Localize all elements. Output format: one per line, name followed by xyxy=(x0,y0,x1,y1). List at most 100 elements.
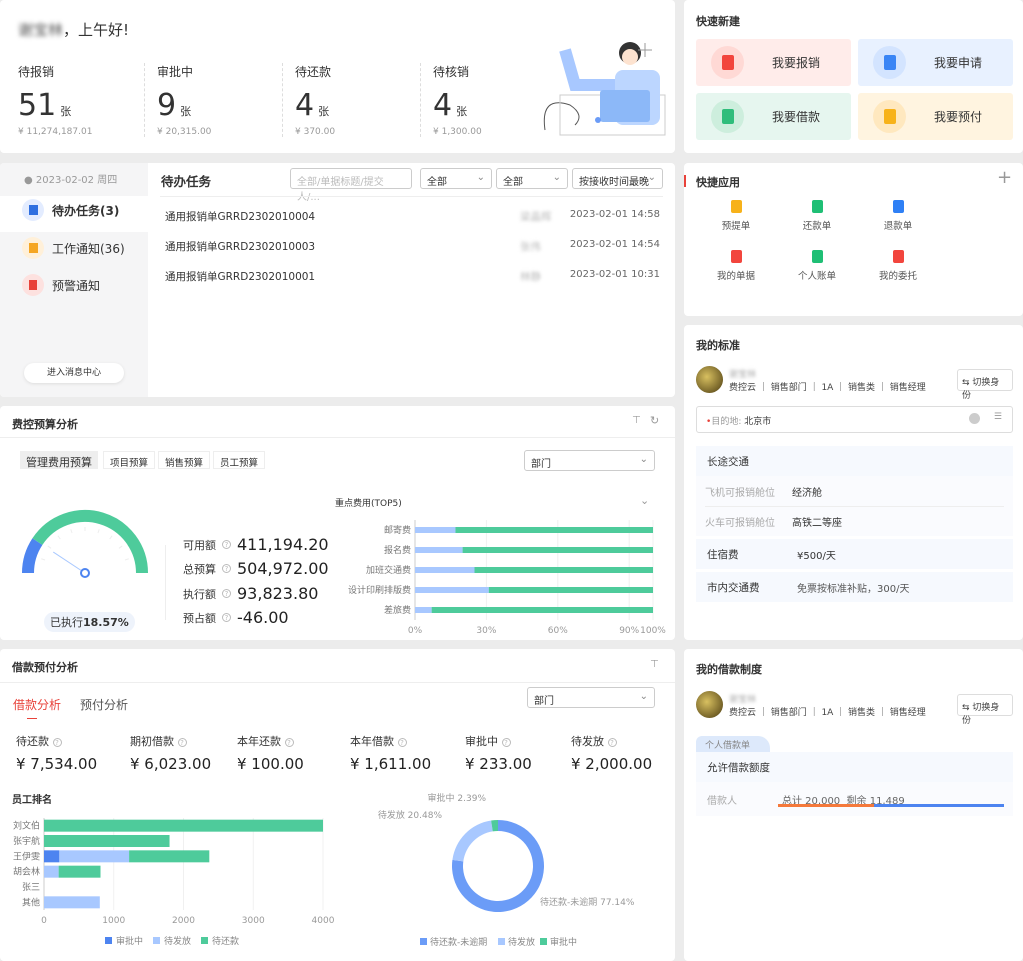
stat-count: 51 xyxy=(18,88,57,123)
select-value: 全部 xyxy=(427,177,447,188)
task-row[interactable]: 通用报销单GRRD2302010003 张伟 2023-02-01 14:54 xyxy=(165,239,660,254)
x-tick-label: 0 xyxy=(41,916,47,926)
x-tick-label: 0% xyxy=(408,626,423,636)
stat-unit: 张 xyxy=(456,105,468,118)
quick-new-icon xyxy=(711,100,744,133)
tab-employee-budget[interactable]: 员工预算 xyxy=(213,451,266,469)
stat-label: 待发放 xyxy=(571,735,604,748)
filter-icon[interactable]: ⊤ xyxy=(650,659,659,670)
stat-label: 审批中 xyxy=(465,735,498,748)
sidebar-item-warning[interactable]: 预警通知 xyxy=(22,274,100,296)
bar-segment xyxy=(129,850,210,863)
loan-policy-title: 我的借款制度 xyxy=(696,663,762,676)
quick-app-item[interactable]: 我的单据 xyxy=(706,250,766,282)
app-icon xyxy=(730,250,742,263)
loan-dimension-select[interactable]: 部门 ⌄ xyxy=(527,687,655,708)
tab-sales-budget[interactable]: 销售预算 xyxy=(158,451,211,469)
sidebar-item-todo[interactable]: 待办任务(3) xyxy=(22,199,119,221)
sidebar-item-work-notice[interactable]: 工作通知(36) xyxy=(22,237,125,259)
quick-new-item[interactable]: 我要预付 xyxy=(858,93,1013,140)
quick-new-label: 我要报销 xyxy=(772,56,821,70)
tab-project-budget[interactable]: 项目预算 xyxy=(103,451,156,469)
avatar xyxy=(696,691,723,718)
section-title: 长途交通 xyxy=(707,455,749,468)
chevron-down-icon: ⌄ xyxy=(647,172,656,183)
stat-amount: ¥ 370.00 xyxy=(295,127,336,137)
quick-app-item[interactable]: 我的委托 xyxy=(868,250,928,282)
filter-select-2[interactable]: 全部 ⌄ xyxy=(496,168,568,189)
profile-tags: 费控云 ｜ 销售部门 ｜ 1A ｜ 销售类 ｜ 销售经理 xyxy=(729,382,926,393)
filter-select-1[interactable]: 全部 ⌄ xyxy=(420,168,492,189)
help-icon[interactable]: ? xyxy=(177,738,187,747)
switch-identity-button[interactable]: ⇆ 切换身份 xyxy=(957,369,1013,401)
help-icon[interactable]: ? xyxy=(397,738,407,747)
clear-icon[interactable] xyxy=(969,413,980,424)
divider xyxy=(160,196,663,197)
budget-dimension-select[interactable]: 部门 ⌄ xyxy=(524,450,655,471)
task-time: 2023-02-01 14:54 xyxy=(569,239,660,250)
task-row[interactable]: 通用报销单GRRD2302010004 梁晶辉 2023-02-01 14:58 xyxy=(165,209,660,224)
help-icon[interactable]: ? xyxy=(607,738,617,747)
task-row[interactable]: 通用报销单GRRD2302010001 林静 2023-02-01 10:31 xyxy=(165,269,660,284)
destination-label: 目的地: xyxy=(711,417,742,427)
quick-new-icon xyxy=(873,100,906,133)
list-icon[interactable]: ☰ xyxy=(994,412,1002,422)
help-icon[interactable]: ? xyxy=(222,589,231,598)
stat-label: 本年还款 xyxy=(237,735,281,748)
stat-approving[interactable]: 审批中 9 张 ¥ 20,315.00 xyxy=(144,63,274,137)
kv-value: -46.00 xyxy=(237,608,289,627)
refresh-icon[interactable]: ↻ xyxy=(650,414,659,427)
task-search-input[interactable]: 全部/单据标题/提交人/... xyxy=(290,168,412,203)
help-icon[interactable]: ? xyxy=(284,738,294,747)
gauge-tick xyxy=(57,535,61,540)
message-center-button[interactable]: 进入消息中心 xyxy=(24,363,124,383)
standard-title: 我的标准 xyxy=(696,339,740,352)
help-icon[interactable]: ? xyxy=(52,738,62,747)
x-tick-label: 3000 xyxy=(242,916,265,926)
tab-prepay-analysis[interactable]: 预付分析 xyxy=(80,696,128,713)
switch-identity-button[interactable]: ⇆ 切换身份 xyxy=(957,694,1013,726)
gauge-remaining-arc xyxy=(32,510,148,574)
x-tick-label: 2000 xyxy=(172,916,195,926)
budget-gauge xyxy=(22,510,148,578)
loan-stat: 审批中 ? ¥ 233.00 xyxy=(465,733,532,773)
gauge-tick xyxy=(70,529,73,534)
help-icon[interactable]: ? xyxy=(222,613,231,622)
bar-segment xyxy=(415,607,432,613)
stat-pending-repay[interactable]: 待还款 4 张 ¥ 370.00 xyxy=(282,63,412,137)
slice-label: 待发放 20.48% xyxy=(378,809,443,821)
tab-loan-analysis[interactable]: 借款分析 xyxy=(13,696,61,713)
quick-app-item[interactable]: 退款单 xyxy=(868,200,928,232)
stat-pending-reimburse[interactable]: 待报销 51 张 ¥ 11,274,187.01 xyxy=(6,63,136,137)
tab-management-budget[interactable]: 管理费用预算 xyxy=(20,451,98,469)
top5-bar-chart: 0% 30% 60% 90% 100% 邮寄费报名费加班交通费设计印刷排版费差旅费 xyxy=(348,520,666,636)
profile-tags: 费控云 ｜ 销售部门 ｜ 1A ｜ 销售类 ｜ 销售经理 xyxy=(729,707,926,718)
quick-new-label: 我要申请 xyxy=(934,56,983,70)
app-icon xyxy=(811,200,823,213)
quick-app-item[interactable]: 个人账单 xyxy=(787,250,847,282)
tab-personal-loan[interactable]: 个人借款单 xyxy=(696,736,770,752)
quick-app-item[interactable]: 预提单 xyxy=(706,200,766,232)
sort-select[interactable]: 按接收时间最晚 ⌄ xyxy=(572,168,663,189)
task-title: 通用报销单GRRD2302010001 xyxy=(165,271,316,283)
add-app-button[interactable]: + xyxy=(997,167,1012,188)
destination-input[interactable]: •目的地: 北京市 ☰ xyxy=(696,406,1013,433)
bar-segment xyxy=(44,896,100,909)
help-icon[interactable]: ? xyxy=(501,738,511,747)
app-icon xyxy=(811,250,823,263)
stat-amount: ¥ 11,274,187.01 xyxy=(18,127,93,137)
chevron-down-icon[interactable]: ⌄ xyxy=(640,494,649,507)
task-submitter: 林静 xyxy=(520,271,541,283)
legend-swatch xyxy=(201,937,208,944)
quick-new-item[interactable]: 我要申请 xyxy=(858,39,1013,86)
x-tick-label: 30% xyxy=(476,626,496,636)
select-value: 按接收时间最晚 xyxy=(579,177,649,188)
help-icon[interactable]: ? xyxy=(222,540,231,549)
help-icon[interactable]: ? xyxy=(222,564,231,573)
quick-new-item[interactable]: 我要报销 xyxy=(696,39,851,86)
filter-icon[interactable]: ⊤ xyxy=(632,415,641,426)
kv-total: 总预算? 504,972.00 xyxy=(183,559,329,578)
stat-label: 期初借款 xyxy=(130,735,174,748)
quick-new-item[interactable]: 我要借款 xyxy=(696,93,851,140)
quick-app-item[interactable]: 还款单 xyxy=(787,200,847,232)
